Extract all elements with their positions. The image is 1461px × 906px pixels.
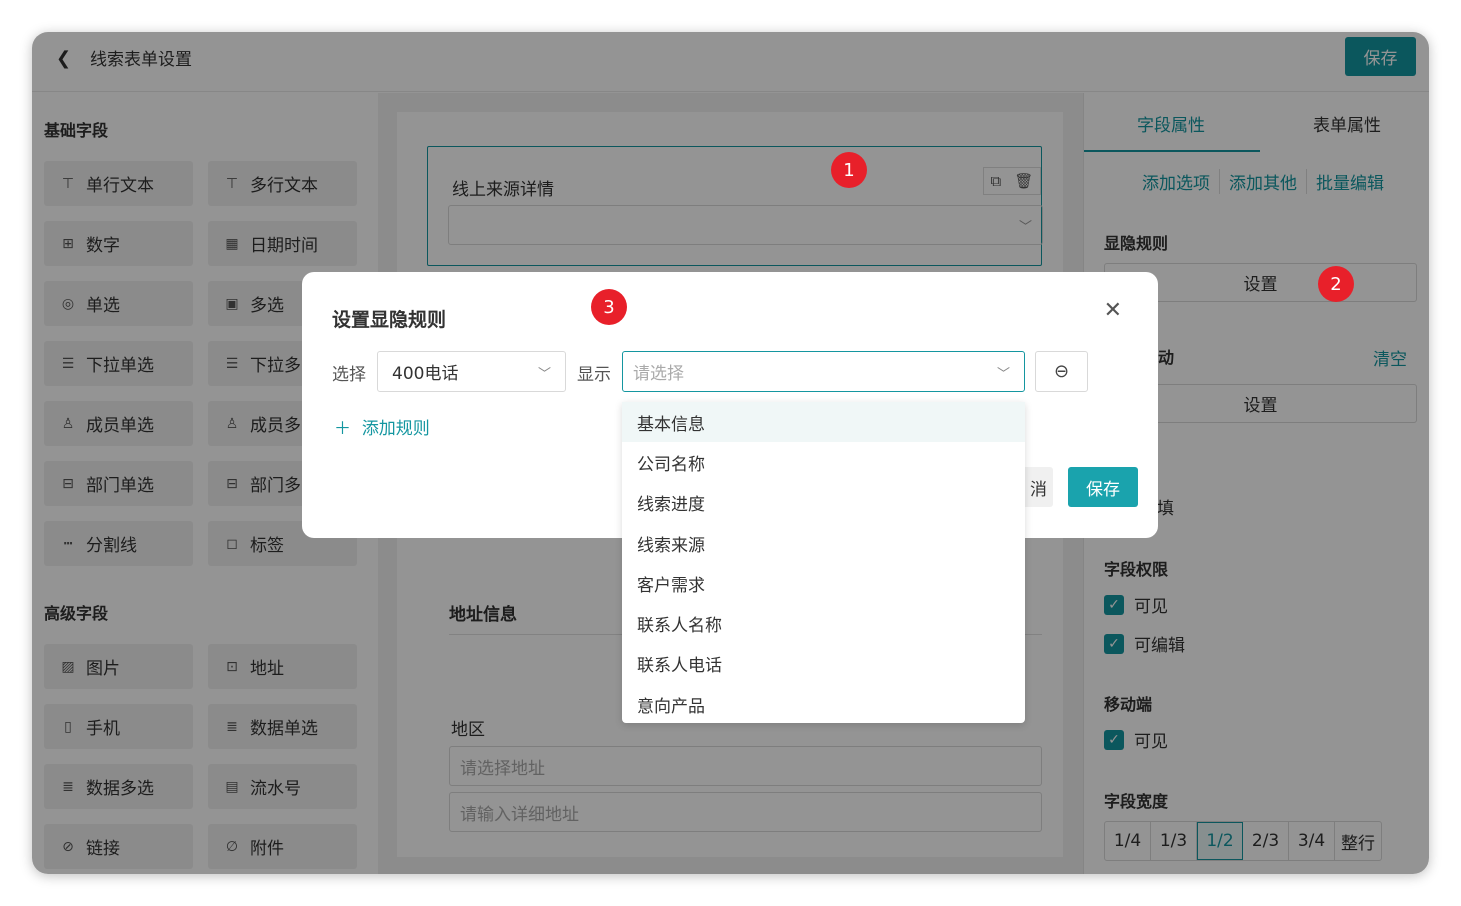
show-fields-select[interactable]: 请选择 ﹀ <box>622 351 1025 392</box>
field-select[interactable]: 400电话 ﹀ <box>377 351 566 392</box>
dropdown-option[interactable]: 意向产品 <box>622 684 1025 723</box>
annotation-badge: 1 <box>831 152 867 188</box>
dropdown-option[interactable]: 联系人电话 <box>622 644 1025 684</box>
chevron-down-icon: ﹀ <box>537 367 551 382</box>
dialog-title: 设置显隐规则 <box>332 309 447 331</box>
dropdown-option[interactable]: 基本信息 <box>622 402 1025 443</box>
dropdown-option[interactable]: 联系人名称 <box>622 603 1025 643</box>
show-fields-dropdown: 基本信息 公司名称 线索进度 线索来源 客户需求 联系人名称 联系人电话 意向产品 <box>622 402 1025 723</box>
dialog-save-button[interactable]: 保存 <box>1068 467 1138 507</box>
dropdown-option[interactable]: 客户需求 <box>622 563 1025 603</box>
annotation-badge: 3 <box>591 289 627 325</box>
dropdown-option[interactable]: 线索来源 <box>622 523 1025 563</box>
add-rule-link[interactable]: ＋ 添加规则 <box>334 414 430 439</box>
close-icon[interactable]: ✕ <box>1104 298 1122 323</box>
dropdown-option[interactable]: 公司名称 <box>622 442 1025 482</box>
remove-rule-button[interactable]: ⊖ <box>1035 351 1088 392</box>
show-label: 显示 <box>577 365 611 385</box>
select-label: 选择 <box>332 365 366 385</box>
chevron-down-icon: ﹀ <box>996 367 1010 382</box>
annotation-badge: 2 <box>1318 266 1354 302</box>
minus-circle-icon: ⊖ <box>1053 361 1070 382</box>
dropdown-option[interactable]: 线索进度 <box>622 483 1025 523</box>
plus-icon: ＋ <box>334 419 351 439</box>
